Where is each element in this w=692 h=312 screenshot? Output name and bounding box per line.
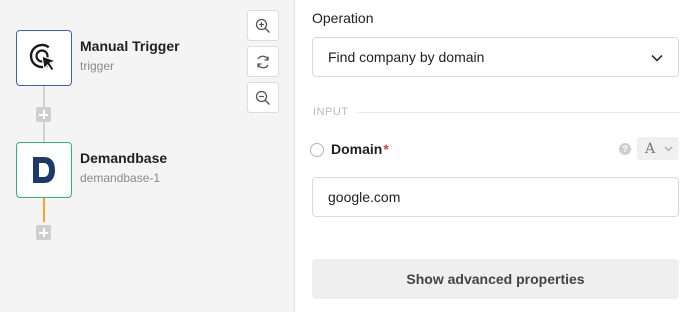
reset-view-button[interactable] xyxy=(247,46,279,77)
field-toggle-radio[interactable] xyxy=(310,143,324,157)
zoom-out-icon xyxy=(255,90,270,105)
operation-select[interactable]: Find company by domain xyxy=(312,37,679,77)
show-advanced-properties-button[interactable]: Show advanced properties xyxy=(312,259,679,299)
add-step-button[interactable] xyxy=(36,225,51,240)
zoom-out-button[interactable] xyxy=(247,82,279,113)
chevron-down-icon xyxy=(651,54,663,62)
field-label-text: Domain xyxy=(331,141,383,157)
value-type-select[interactable]: A xyxy=(637,137,679,160)
required-marker: * xyxy=(383,141,389,157)
operation-label: Operation xyxy=(312,10,374,26)
operation-value: Find company by domain xyxy=(328,49,485,65)
cursor-click-icon xyxy=(29,43,57,72)
connector-line-active xyxy=(43,198,45,222)
node-demandbase[interactable] xyxy=(16,142,72,198)
connector-line xyxy=(43,122,45,142)
domain-input[interactable]: google.com xyxy=(312,177,679,217)
properties-panel: Operation Find company by domain INPUT D… xyxy=(296,0,692,312)
chevron-down-icon xyxy=(664,146,673,152)
refresh-icon xyxy=(257,55,269,68)
demandbase-logo xyxy=(33,157,55,183)
domain-input-value: google.com xyxy=(328,189,401,205)
zoom-in-button[interactable] xyxy=(247,10,279,41)
node-subtitle: trigger xyxy=(80,59,115,73)
workflow-canvas: Manual Trigger trigger Demandbase demand… xyxy=(0,0,295,312)
help-icon[interactable]: ? xyxy=(619,143,631,155)
zoom-in-icon xyxy=(255,18,270,33)
divider xyxy=(358,112,680,113)
node-title: Manual Trigger xyxy=(80,38,180,54)
add-step-button[interactable] xyxy=(36,107,51,122)
field-label: Domain* xyxy=(331,141,389,157)
node-title: Demandbase xyxy=(80,150,168,166)
connector-line xyxy=(43,86,45,108)
section-header-input: INPUT xyxy=(313,106,349,118)
node-manual-trigger[interactable] xyxy=(16,30,72,86)
text-type-icon: A xyxy=(645,140,656,157)
node-subtitle: demandbase-1 xyxy=(80,171,161,185)
